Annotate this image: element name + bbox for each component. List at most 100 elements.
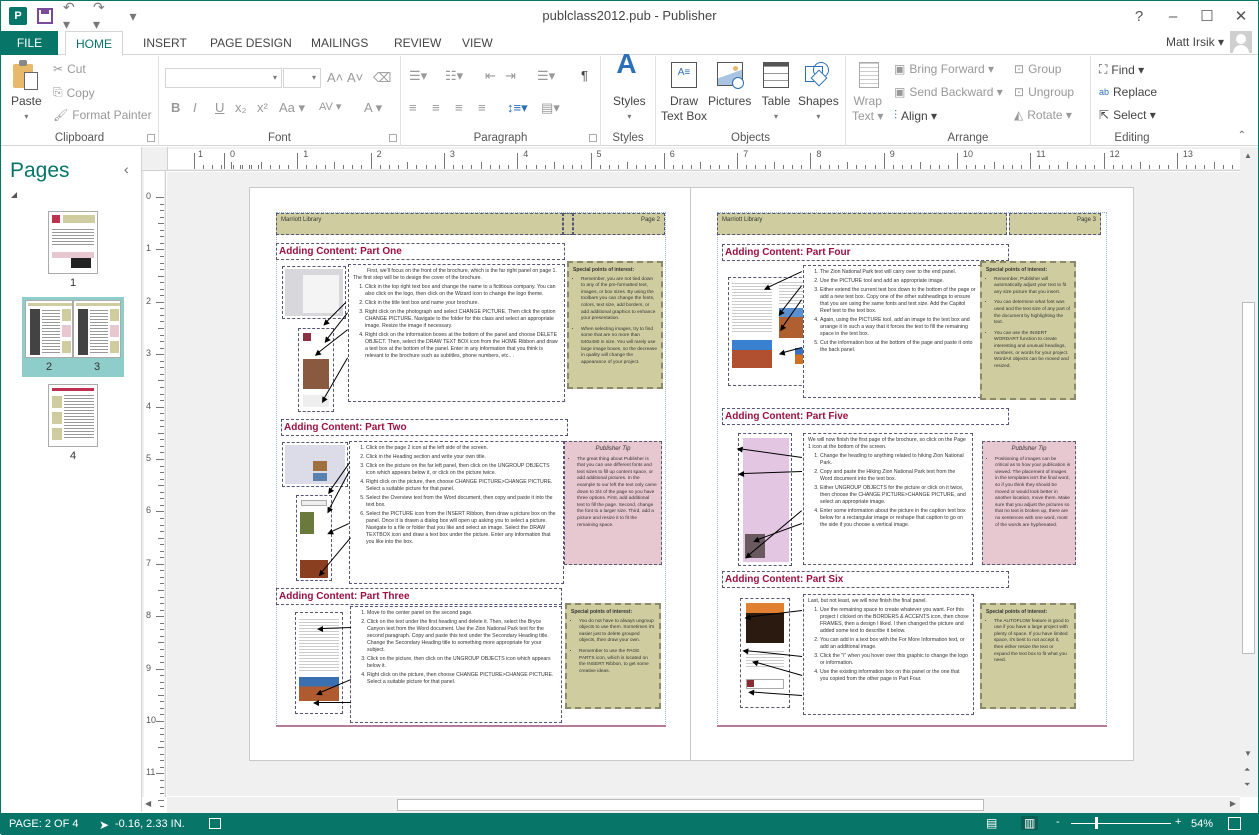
expand-triangle-icon[interactable] (11, 192, 17, 198)
part-five-body[interactable]: We will now finish the first page of the… (803, 433, 973, 565)
vertical-ruler[interactable]: 0 1 2 3 4 5 6 7 8 9 10 11 (142, 171, 166, 821)
change-case-button[interactable]: Aa ▾ (279, 100, 305, 116)
page-thumbnail-2[interactable] (25, 300, 73, 358)
font-size-combobox[interactable]: ▾ (283, 68, 321, 88)
part-one-body[interactable]: First, we'll focus on the front of the b… (348, 264, 565, 402)
scroll-down-icon[interactable]: ▼ (1244, 749, 1252, 758)
grow-font-button[interactable]: A˄ (327, 70, 343, 85)
rotate-button[interactable]: ◭ Rotate ▾ (1014, 108, 1072, 122)
horizontal-scroll-thumb[interactable] (397, 799, 984, 811)
bullets-button[interactable]: ☰▾ (409, 68, 427, 84)
shrink-font-button[interactable]: A˅ (347, 70, 363, 85)
heading-part-five[interactable]: Adding Content: Part Five (722, 408, 1009, 425)
show-formatting-button[interactable]: ¶ (581, 68, 588, 83)
font-color-button[interactable]: A ▾ (364, 100, 382, 116)
align-left-button[interactable]: ≡ (409, 100, 417, 115)
group-button[interactable]: ⊡ Group (1014, 62, 1061, 76)
tab-review[interactable]: REVIEW (384, 31, 451, 55)
publisher-tip-sidebar-1[interactable]: Publisher Tip The great thing about Publ… (564, 441, 662, 565)
wrap-text-button[interactable]: Wrap Text ▾ (852, 60, 883, 124)
zoom-out-button[interactable]: - (1056, 816, 1060, 828)
table-button[interactable]: Table ▾ (761, 60, 791, 124)
zoom-in-button[interactable]: + (1175, 816, 1181, 828)
clipboard-dialog-launcher[interactable] (147, 134, 155, 142)
page-indicator[interactable]: PAGE: 2 OF 4 (9, 818, 79, 830)
previous-page-icon[interactable]: ⏶ (1244, 765, 1250, 775)
select-button[interactable]: ⇱ Select ▾ (1099, 108, 1156, 122)
minimize-button[interactable]: – (1156, 1, 1190, 31)
page-header[interactable]: Marriott Library (717, 213, 1007, 235)
heading-part-four[interactable]: Adding Content: Part Four (722, 244, 1009, 261)
user-account[interactable]: Matt Irsik ▾ (1166, 31, 1252, 53)
paste-button[interactable]: Paste ▾ (11, 60, 42, 124)
user-name[interactable]: Matt Irsik ▾ (1166, 35, 1224, 49)
tab-view[interactable]: VIEW (452, 31, 503, 55)
align-button[interactable]: ⫶ Align ▾ (894, 108, 937, 123)
font-name-combobox[interactable]: ▾ (165, 68, 282, 88)
italic-button[interactable]: I (193, 100, 197, 115)
special-points-sidebar-2[interactable]: Special points of interest: You do not h… (565, 603, 661, 709)
decrease-indent-button[interactable]: ⇤ (485, 68, 496, 84)
publisher-tip-sidebar-2[interactable]: Publisher Tip Positioning of images can … (982, 441, 1076, 565)
increase-indent-button[interactable]: ⇥ (505, 68, 516, 84)
next-page-icon[interactable]: ⏷ (1244, 780, 1250, 790)
tab-file[interactable]: FILE (1, 31, 58, 55)
shapes-button[interactable]: Shapes ▾ (798, 60, 839, 124)
document-canvas[interactable]: Marriott Library Page 2 Adding Content: … (167, 172, 1240, 796)
columns-button[interactable]: ☰▾ (537, 68, 555, 84)
horizontal-scrollbar[interactable]: ◀ ▶ (145, 797, 1240, 813)
part-three-body[interactable]: Move to the center panel on the second p… (350, 606, 562, 723)
tab-page-design[interactable]: PAGE DESIGN (200, 31, 302, 55)
zoom-slider[interactable] (1071, 823, 1171, 824)
page-number-box[interactable]: Page 2 (573, 213, 665, 235)
subscript-button[interactable]: x₂ (235, 100, 247, 115)
page-2[interactable]: Marriott Library Page 2 Adding Content: … (249, 187, 691, 761)
align-center-button[interactable]: ≡ (432, 100, 440, 115)
macro-record-icon[interactable] (209, 818, 221, 829)
page-thumbnail-3[interactable] (73, 300, 121, 358)
special-points-sidebar-4[interactable]: Special points of interest: The AUTOFLOW… (980, 603, 1076, 709)
close-button[interactable]: ✕ (1224, 1, 1258, 31)
vertical-scrollbar[interactable]: ▲ ▼ ⏶ ⏷ (1240, 147, 1258, 797)
screenshot-image-box-2[interactable] (282, 442, 348, 487)
draw-text-box-button[interactable]: A≡ Draw Text Box (661, 60, 707, 124)
bring-forward-button[interactable]: ▣ Bring Forward ▾ (894, 62, 994, 76)
special-points-sidebar-3[interactable]: Special points of interest: Remember, Pu… (980, 261, 1076, 400)
heading-part-three[interactable]: Adding Content: Part Three (276, 588, 562, 605)
single-page-view-icon[interactable]: ▤ (986, 816, 997, 830)
scroll-up-icon[interactable]: ▲ (1244, 151, 1252, 160)
copy-button[interactable]: ⎘ Copy (53, 85, 95, 100)
avatar[interactable] (1230, 31, 1252, 53)
collapse-ribbon-icon[interactable]: ⌃ (1238, 130, 1246, 141)
font-dialog-launcher[interactable] (389, 134, 397, 142)
two-page-spread-icon[interactable]: ▥ (1021, 816, 1039, 830)
align-right-button[interactable]: ≡ (455, 100, 463, 115)
page-number-box[interactable]: Page 3 (1009, 213, 1101, 235)
part-four-body[interactable]: The Zion National Park text will carry o… (803, 265, 981, 398)
zoom-slider-thumb[interactable] (1095, 817, 1098, 829)
page-thumbnail-1[interactable] (48, 211, 98, 274)
page-thumbnail-4[interactable] (48, 384, 98, 447)
find-button[interactable]: ⛶ Find ▾ (1099, 62, 1144, 77)
tab-mailings[interactable]: MAILINGS (301, 31, 378, 55)
underline-button[interactable]: U (215, 100, 224, 115)
part-two-body[interactable]: Click on the page 2 icon at the left sid… (349, 441, 564, 584)
heading-part-six[interactable]: Adding Content: Part Six (722, 571, 1009, 588)
styles-button[interactable]: A Styles ▾ (613, 50, 646, 124)
format-painter-button[interactable]: 🖌 Format Painter (53, 108, 152, 122)
paragraph-dialog-launcher[interactable] (589, 134, 597, 142)
send-backward-button[interactable]: ▣ Send Backward ▾ (894, 85, 1003, 99)
scroll-right-icon[interactable]: ▶ (1230, 799, 1236, 808)
line-spacing-button[interactable]: ↕≡▾ (507, 100, 528, 116)
maximize-button[interactable]: ☐ (1190, 1, 1224, 31)
clear-formatting-button[interactable]: ⌫ (373, 70, 391, 86)
horizontal-ruler[interactable]: 10123456789101112131415161718 (142, 147, 1259, 171)
scroll-left-icon[interactable]: ◀ (145, 799, 151, 808)
help-button[interactable]: ? (1122, 1, 1156, 31)
character-spacing-button[interactable]: AV ▾ (319, 100, 341, 113)
justify-button[interactable]: ≡ (478, 100, 486, 115)
paste-caret-icon[interactable]: ▾ (24, 109, 28, 124)
heading-part-two[interactable]: Adding Content: Part Two (281, 419, 568, 436)
pictures-button[interactable]: Pictures (708, 60, 751, 109)
page-3[interactable]: Marriott Library Page 3 Adding Content: … (691, 187, 1134, 761)
